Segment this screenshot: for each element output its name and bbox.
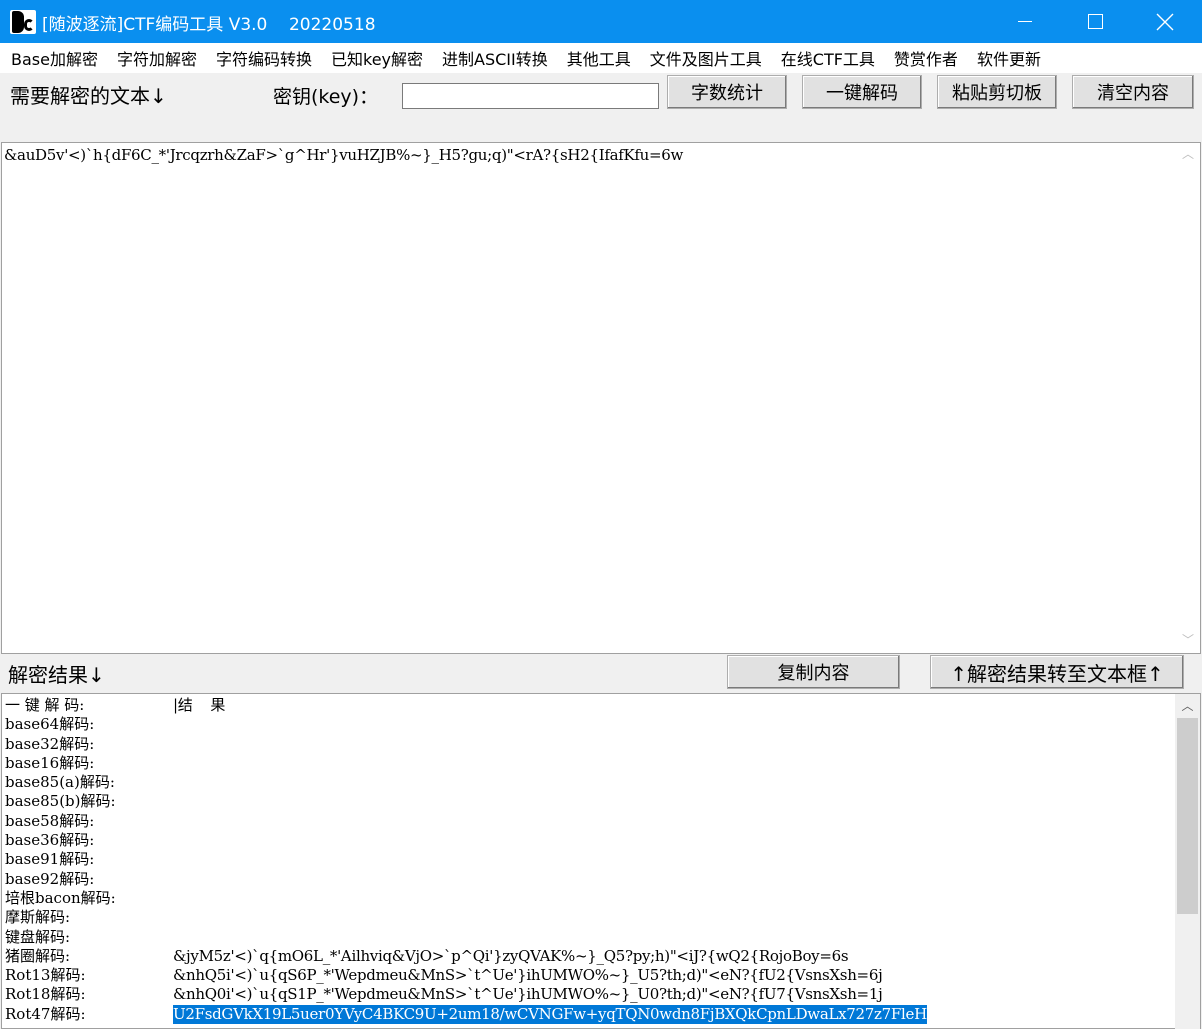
result-row-label: base32解码: [5,734,95,753]
result-row: Rot13解码: &nhQ5i'<)`u{qS6P_*'Wepdmeu&MnS>`… [5,966,883,985]
result-row-label: base58解码: [5,811,95,830]
input-text: &auD5v'<)`h{dF6C_*'Jrcqzrh&ZaF>`g^Hr'}vu… [4,146,684,164]
menu-online-ctf[interactable]: 在线CTF工具 [773,44,883,72]
result-row-label: Rot13解码: [5,966,86,985]
result-row: base91解码: [5,850,94,869]
scroll-up-arrow-icon[interactable]: ︿ [1175,696,1200,716]
result-row: 键盘解码: [5,928,70,947]
one-click-decode-button[interactable]: 一键解码 [802,75,922,109]
key-input[interactable] [402,83,659,109]
result-row: base85(b)解码: [5,792,116,811]
input-text-label: 需要解密的文本↓ [10,84,167,108]
maximize-icon [1087,14,1103,29]
result-row: base92解码: [5,870,94,889]
menu-file-image-tools[interactable]: 文件及图片工具 [642,44,770,72]
char-count-button[interactable]: 字数统计 [667,75,787,109]
input-textarea[interactable]: &auD5v'<)`h{dF6C_*'Jrcqzrh&ZaF>`g^Hr'}vu… [1,142,1201,654]
result-row: Rot47解码: U2FsdGVkX19L5uer0YVyC4BKC9U+2um1… [5,1004,927,1024]
maximize-button[interactable] [1060,0,1130,43]
result-row: 培根bacon解码: [5,889,116,908]
result-row-label: Rot18解码: [5,985,86,1004]
minimize-icon [1018,21,1032,22]
result-header-value: |结 果 [173,696,226,714]
menu-char-encoding[interactable]: 字符编码转换 [208,44,320,72]
result-row: base64解码: [5,715,94,734]
app-logo-icon [10,10,36,34]
result-row-value: &nhQ0i'<)`u{qS1P_*'Wepdmeu&MnS>`t^Ue'}ih… [173,985,883,1004]
title-bar: [随波逐流]CTF编码工具 V3.0 20220518 [0,0,1202,43]
result-row: 摩斯解码: [5,908,70,927]
scroll-up-arrow-icon[interactable]: ︿ [1178,144,1198,164]
result-row: 猪圈解码: &jyM5z'<)`q{mO6L_*'Ailhviq&VjO>`p^Q… [5,947,849,966]
result-row: base58解码: [5,812,94,831]
result-textarea[interactable]: 一 键 解 码: |结 果 base64解码: base32解码: base16… [1,693,1201,1029]
result-row: base36解码: [5,831,94,850]
window-title: [随波逐流]CTF编码工具 V3.0 20220518 [42,15,376,35]
menu-bar: Base加解密 字符加解密 字符编码转换 已知key解密 进制ASCII转换 其… [0,43,1202,73]
copy-content-button[interactable]: 复制内容 [727,655,900,689]
minimize-button[interactable] [990,0,1060,43]
result-row-label: 键盘解码: [5,927,71,946]
result-row-label: 猪圈解码: [5,946,71,965]
result-row-label: Rot47解码: [5,1004,86,1023]
close-icon [1156,13,1174,30]
result-row-label: base85(a)解码: [5,773,115,792]
menu-update[interactable]: 软件更新 [969,44,1049,72]
menu-known-key[interactable]: 已知key解密 [323,44,431,72]
menu-base[interactable]: Base加解密 [3,44,106,72]
scrollbar-thumb[interactable] [1177,718,1198,914]
result-row-value: &jyM5z'<)`q{mO6L_*'Ailhviq&VjO>`p^Qi'}zy… [173,946,849,965]
result-row: Rot18解码: &nhQ0i'<)`u{qS1P_*'Wepdmeu&MnS>`… [5,985,883,1004]
result-row-label: base16解码: [5,753,95,772]
menu-other-tools[interactable]: 其他工具 [559,44,639,72]
close-button[interactable] [1130,0,1200,43]
menu-radix-ascii[interactable]: 进制ASCII转换 [434,44,556,72]
key-label: 密钥(key)： [273,86,379,108]
result-row-label: 培根bacon解码: [5,888,116,907]
menu-donate[interactable]: 赞赏作者 [886,44,966,72]
result-row: base85(a)解码: [5,773,115,792]
result-header-label: 一 键 解 码: [5,696,85,714]
clear-content-button[interactable]: 清空内容 [1072,75,1194,109]
result-scrollbar[interactable]: ︿ [1175,694,1200,1029]
result-row: base16解码: [5,754,94,773]
menu-char-crypto[interactable]: 字符加解密 [109,44,205,72]
scroll-down-arrow-icon[interactable]: ﹀ [1178,630,1198,650]
result-label: 解密结果↓ [8,663,105,687]
result-row-value: &nhQ5i'<)`u{qS6P_*'Wepdmeu&MnS>`t^Ue'}ih… [173,966,883,985]
result-row-label: base36解码: [5,831,95,850]
result-row-label: 摩斯解码: [5,908,71,927]
paste-clipboard-button[interactable]: 粘贴剪切板 [937,75,1057,109]
result-row-label: base64解码: [5,715,95,734]
result-row: base32解码: [5,735,94,754]
result-row-label: base85(b)解码: [5,792,116,811]
result-row-label: base92解码: [5,869,95,888]
result-list: 一 键 解 码: |结 果 base64解码: base32解码: base16… [5,696,927,1024]
result-row-value-selected[interactable]: U2FsdGVkX19L5uer0YVyC4BKC9U+2um18/wCVNGF… [173,1004,927,1024]
result-to-textbox-button[interactable]: ↑解密结果转至文本框↑ [930,655,1184,689]
result-row-label: base91解码: [5,850,95,869]
result-header-row: 一 键 解 码: |结 果 [5,696,225,715]
